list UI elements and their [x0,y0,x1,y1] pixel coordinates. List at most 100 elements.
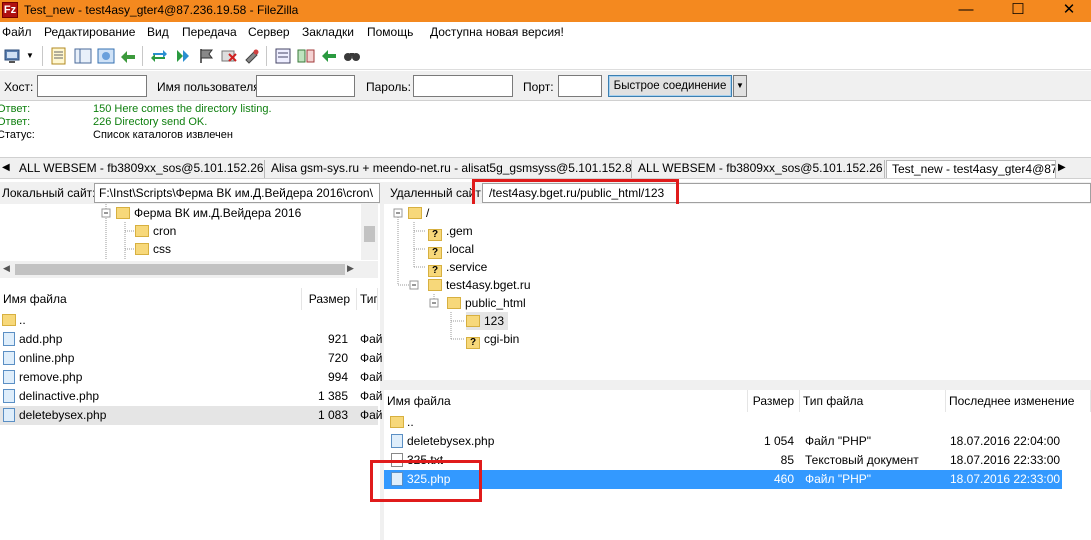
tree-item-selected[interactable]: 123 [466,312,509,330]
menu-edit[interactable]: Редактирование [44,25,135,39]
menu-new-version[interactable]: Доступна новая версия! [430,25,564,39]
file-row[interactable]: deletebysex.php 1 054 Файл "PHP" 18.07.2… [384,432,1062,451]
file-modified: 18.07.2016 22:33:00 [950,453,1061,467]
column-size[interactable]: Размер [302,288,357,310]
site-manager-dropdown-icon[interactable]: ▼ [26,47,36,65]
quickconnect-dropdown-icon[interactable]: ▼ [733,75,747,97]
file-row[interactable]: 325.txt 85 Текстовый документ 18.07.2016… [384,451,1062,470]
file-row[interactable]: add.php 921 Фай [0,330,383,349]
toggle-log-icon[interactable] [50,47,68,65]
file-row[interactable]: .. [384,413,1062,432]
tree-item[interactable]: css [135,240,171,258]
remote-pane-splitter[interactable] [384,380,1091,390]
refresh-icon[interactable] [150,47,168,65]
tab-scroll-right-icon[interactable]: ▶ [1058,162,1066,173]
menu-bookmarks[interactable]: Закладки [302,25,354,39]
column-filename[interactable]: Имя файла [0,288,302,310]
tree-item[interactable]: / [408,204,429,222]
password-input[interactable] [413,75,513,97]
folder-icon [408,207,422,219]
search-icon[interactable] [343,47,361,65]
file-size: 1 385 [317,389,348,403]
tree-item[interactable]: public_html [447,294,526,312]
folder-icon [135,243,149,255]
flag-icon[interactable] [197,47,215,65]
local-tree-vscrollbar[interactable] [361,204,378,260]
folder-icon [447,297,461,309]
tab-connection-active[interactable]: Test_new - test4asy_gter4@87.2 [886,160,1056,178]
log-value: 226 Directory send OK. [93,116,208,128]
file-name: delinactive.php [19,389,100,403]
process-queue-icon[interactable] [174,47,192,65]
tree-item[interactable]: test4asy.bget.ru [428,276,531,294]
file-row[interactable]: online.php 720 Фай [0,349,383,368]
username-input[interactable] [256,75,355,97]
file-row[interactable]: .. [0,311,378,330]
toggle-queue-icon[interactable] [119,47,137,65]
toggle-tree-icon[interactable] [74,47,92,65]
tree-item[interactable]: ? .service [428,258,487,277]
local-file-list: Имя файла Размер Тип .. add.php 921 Фай … [0,288,383,540]
column-size[interactable]: Размер [748,390,800,412]
file-row-focused[interactable]: deletebysex.php 1 083 Фай [0,406,383,425]
menu-bar: Файл Редактирование Вид Передача Сервер … [0,22,1091,42]
column-filetype[interactable]: Тип файла [800,390,946,412]
sync-browse-icon[interactable] [320,47,338,65]
file-row-selected[interactable]: 325.php 460 Файл "PHP" 18.07.2016 22:33:… [384,470,1062,489]
tab-connection[interactable]: Alisa gsm-sys.ru + meendo-net.ru - alisa… [266,160,632,178]
file-name: remove.php [19,370,83,384]
close-button[interactable]: ✕ [1047,0,1091,22]
tree-item[interactable]: ? cgi-bin [466,330,519,349]
menu-transfer[interactable]: Передача [182,25,237,39]
file-size: 85 [780,453,794,467]
tree-item[interactable]: ? .gem [428,222,473,241]
tab-connection[interactable]: ALL WEBSEM - fb3809xx_sos@5.101.152.26 [14,160,265,178]
host-input[interactable] [37,75,147,97]
host-label: Хост: [4,80,34,94]
menu-help[interactable]: Помощь [367,25,413,39]
compare-icon[interactable] [297,47,315,65]
column-modified[interactable]: Последнее изменение [946,390,1091,412]
scroll-thumb[interactable] [15,264,345,275]
site-manager-icon[interactable] [4,47,22,65]
quickconnect-button[interactable]: Быстрое соединение [608,75,732,97]
maximize-button[interactable]: ☐ [996,0,1040,22]
menu-file[interactable]: Файл [2,25,32,39]
local-path-input[interactable]: F:\Inst\Scripts\Ферма ВК им.Д.Вейдера 20… [94,183,380,203]
menu-view[interactable]: Вид [147,25,169,39]
file-size: 460 [773,472,794,486]
tab-scroll-left-icon[interactable]: ◀ [2,162,10,173]
cancel-icon[interactable] [220,47,238,65]
tree-item[interactable]: cron [135,222,176,240]
tree-item-label: test4asy.bget.ru [446,278,531,292]
file-name: deletebysex.php [407,434,495,448]
column-filename[interactable]: Имя файла [384,390,748,412]
title-bar: Fz Test_new - test4asy_gter4@87.236.19.5… [0,0,1091,22]
tree-item-label: Ферма ВК им.Д.Вейдера 2016 [134,206,302,220]
file-size: 921 [327,332,348,346]
tab-connection[interactable]: ALL WEBSEM - fb3809xx_sos@5.101.152.26 [633,160,885,178]
file-size: 1 083 [317,408,348,422]
tree-item[interactable]: ? .local [428,240,474,259]
file-name: add.php [19,332,63,346]
file-modified: 18.07.2016 22:33:00 [950,472,1061,486]
remote-file-list: Имя файла Размер Тип файла Последнее изм… [384,390,1091,540]
column-type[interactable]: Тип [357,288,378,310]
file-size: 994 [327,370,348,384]
filezilla-icon: Fz [2,2,18,18]
log-line: Ответ: 150 Here comes the directory list… [0,103,1091,116]
scroll-thumb[interactable] [364,226,375,242]
file-row[interactable]: remove.php 994 Фай [0,368,383,387]
disconnect-icon[interactable] [243,47,261,65]
menu-server[interactable]: Сервер [248,25,290,39]
minimize-button[interactable]: — [944,0,988,22]
file-row[interactable]: delinactive.php 1 385 Фай [0,387,383,406]
filter-icon[interactable] [274,47,292,65]
port-input[interactable] [558,75,602,97]
annotation-highlight-box [472,179,679,207]
local-tree-hscrollbar[interactable]: ◀ ▶ [0,261,378,278]
file-name: .. [407,415,414,429]
toggle-remote-tree-icon[interactable] [97,47,115,65]
file-type: Фай [360,408,383,422]
tree-item[interactable]: Ферма ВК им.Д.Вейдера 2016 [116,204,301,222]
